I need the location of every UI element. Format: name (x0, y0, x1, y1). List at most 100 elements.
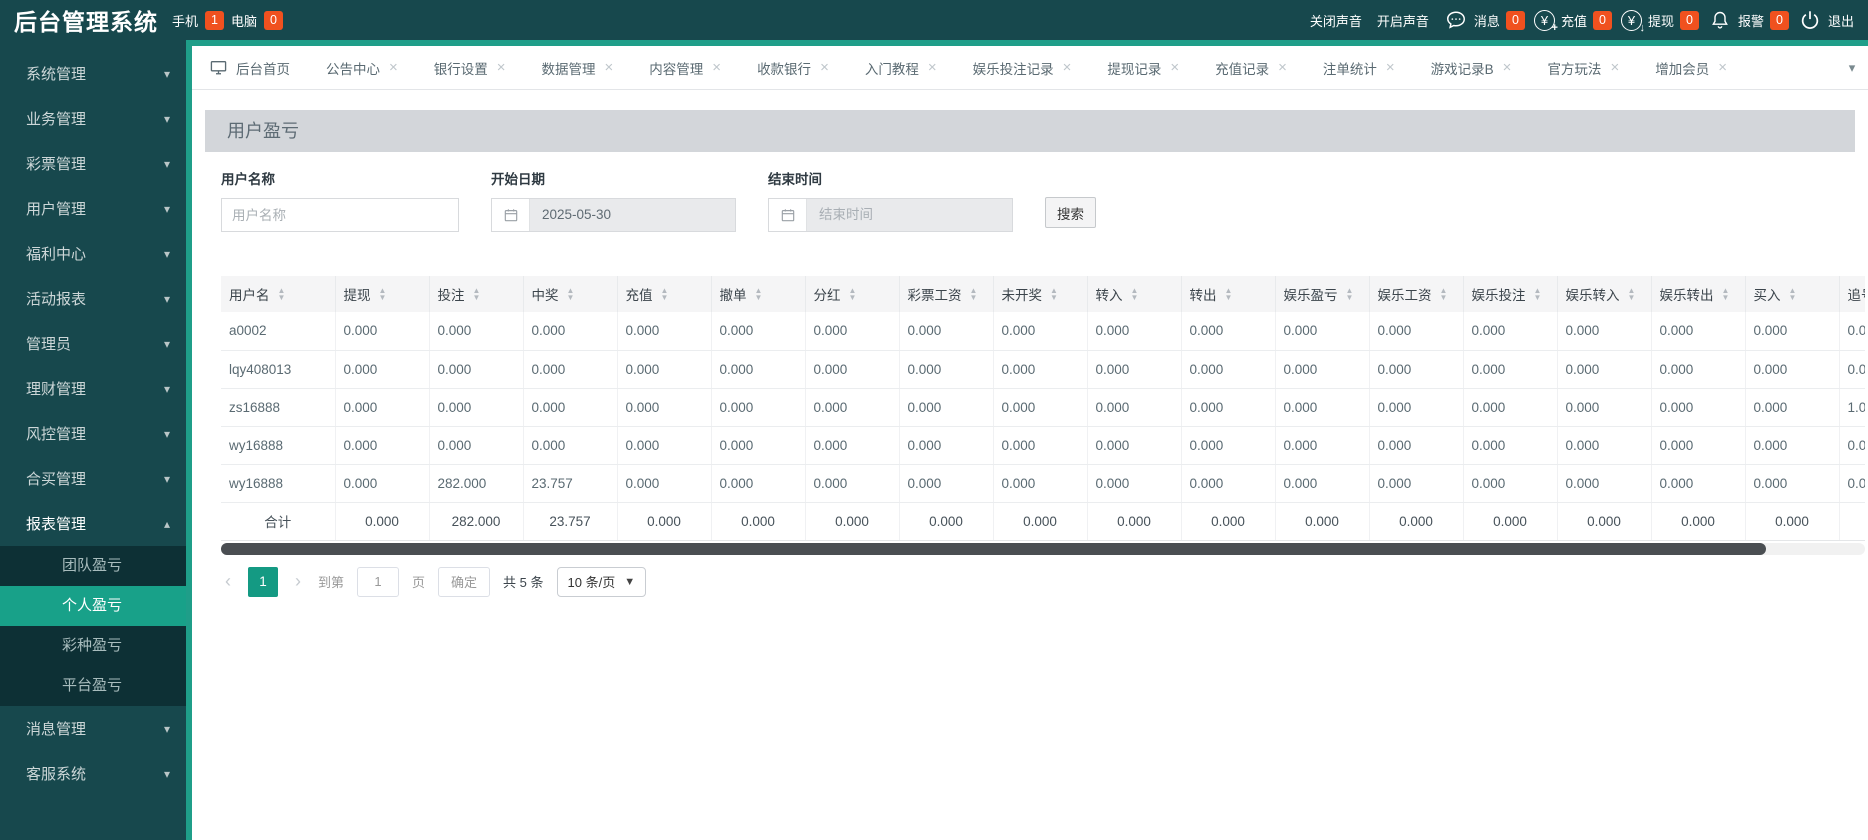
message-bubble-icon[interactable] (1444, 8, 1468, 32)
sidebar-item-welfare[interactable]: 福利中心 ▾ (0, 231, 186, 276)
sort-icon[interactable]: ▲ ▼ (970, 287, 978, 302)
column-header[interactable]: 娱乐工资 ▲ ▼ (1369, 276, 1464, 312)
close-icon[interactable]: × (1386, 60, 1395, 75)
sidebar-subitem-personal-profit[interactable]: 个人盈亏 (0, 586, 186, 626)
sort-icon[interactable]: ▲ ▼ (1050, 287, 1058, 302)
sidebar-item-finance[interactable]: 理财管理 ▾ (0, 366, 186, 411)
sidebar-item-system[interactable]: 系统管理 ▾ (0, 51, 186, 96)
alarm-count-badge[interactable]: 0 (1769, 10, 1789, 30)
column-header[interactable]: 用户名 ▲ ▼ (221, 276, 336, 312)
sidebar-item-lottery[interactable]: 彩票管理 ▾ (0, 141, 186, 186)
username-input[interactable] (221, 198, 459, 232)
sound-on-button[interactable]: 开启声音 (1377, 11, 1429, 30)
close-icon[interactable]: × (389, 60, 398, 75)
column-header[interactable]: 娱乐转入 ▲ ▼ (1557, 276, 1652, 312)
tab-receiving-bank[interactable]: 收款银行 × (757, 58, 829, 78)
close-icon[interactable]: × (1278, 60, 1287, 75)
column-header[interactable]: 中奖 ▲ ▼ (523, 276, 618, 312)
sort-icon[interactable]: ▲ ▼ (379, 287, 387, 302)
sort-icon[interactable]: ▲ ▼ (1440, 287, 1448, 302)
recharge-label[interactable]: 充值 (1561, 11, 1587, 30)
sound-off-button[interactable]: 关闭声音 (1310, 11, 1362, 30)
phone-count-badge[interactable]: 1 (205, 10, 225, 30)
tabs-overflow-chevron-down-icon[interactable]: ▾ (1840, 46, 1864, 89)
column-header[interactable]: 娱乐投注 ▲ ▼ (1463, 276, 1558, 312)
tab-recharge-records[interactable]: 充值记录 × (1215, 58, 1287, 78)
sidebar-item-group-buy[interactable]: 合买管理 ▾ (0, 456, 186, 501)
close-icon[interactable]: × (1718, 60, 1727, 75)
close-icon[interactable]: × (497, 60, 506, 75)
withdraw-yuan-icon[interactable]: ¥ ↓ (1620, 9, 1645, 34)
current-page-button[interactable]: 1 (248, 566, 278, 597)
tab-bank-setting[interactable]: 银行设置 × (434, 58, 506, 78)
goto-confirm-button[interactable]: 确定 (438, 566, 491, 597)
close-icon[interactable]: × (712, 60, 721, 75)
sidebar-item-user[interactable]: 用户管理 ▾ (0, 186, 186, 231)
goto-page-input[interactable] (357, 566, 400, 597)
column-header[interactable]: 娱乐盈亏 ▲ ▼ (1275, 276, 1370, 312)
horizontal-scrollbar-handle[interactable] (221, 542, 1767, 555)
column-header[interactable]: 撤单 ▲ ▼ (711, 276, 806, 312)
close-icon[interactable]: × (820, 60, 829, 75)
column-header[interactable]: 充值 ▲ ▼ (617, 276, 712, 312)
sort-icon[interactable]: ▲ ▼ (1346, 287, 1354, 302)
close-icon[interactable]: × (1170, 60, 1179, 75)
next-page-chevron-icon[interactable]: › (291, 571, 305, 592)
sort-icon[interactable]: ▲ ▼ (567, 287, 575, 302)
tab-content-management[interactable]: 内容管理 × (649, 58, 721, 78)
sort-icon[interactable]: ▲ ▼ (1789, 287, 1797, 302)
tab-withdraw-records[interactable]: 提现记录 × (1107, 58, 1179, 78)
sort-icon[interactable]: ▲ ▼ (473, 287, 481, 302)
sidebar-item-risk[interactable]: 风控管理 ▾ (0, 411, 186, 456)
end-time-value[interactable]: 结束时间 (807, 199, 1012, 231)
column-header[interactable]: 分红 ▲ ▼ (805, 276, 900, 312)
tab-tutorial[interactable]: 入门教程 × (865, 58, 937, 78)
close-icon[interactable]: × (928, 60, 937, 75)
sidebar-item-admin[interactable]: 管理员 ▾ (0, 321, 186, 366)
sidebar-subitem-lottery-type-profit[interactable]: 彩种盈亏 (0, 626, 186, 666)
sort-icon[interactable]: ▲ ▼ (1628, 287, 1636, 302)
withdraw-label[interactable]: 提现 (1648, 11, 1674, 30)
logout-button[interactable]: 退出 (1828, 11, 1854, 30)
calendar-icon[interactable] (769, 199, 807, 231)
column-header[interactable]: 转入 ▲ ▼ (1087, 276, 1182, 312)
tab-game-records-b[interactable]: 游戏记录B × (1431, 58, 1512, 78)
sidebar-item-message[interactable]: 消息管理 ▾ (0, 706, 186, 751)
sort-icon[interactable]: ▲ ▼ (849, 287, 857, 302)
column-header[interactable]: 提现 ▲ ▼ (335, 276, 430, 312)
sort-icon[interactable]: ▲ ▼ (1131, 287, 1139, 302)
sidebar-subitem-team-profit[interactable]: 团队盈亏 (0, 546, 186, 586)
search-button[interactable]: 搜索 (1045, 197, 1096, 228)
withdraw-count-badge[interactable]: 0 (1679, 10, 1699, 30)
horizontal-scrollbar-track[interactable] (221, 542, 1865, 555)
column-header[interactable]: 转出 ▲ ▼ (1181, 276, 1276, 312)
column-header[interactable]: 追号▲▼ (1839, 276, 1865, 312)
tab-bet-statistics[interactable]: 注单统计 × (1323, 58, 1395, 78)
close-icon[interactable]: × (1503, 60, 1512, 75)
close-icon[interactable]: × (1063, 60, 1072, 75)
column-header[interactable]: 彩票工资 ▲ ▼ (899, 276, 994, 312)
column-header[interactable]: 未开奖 ▲ ▼ (993, 276, 1088, 312)
prev-page-chevron-icon[interactable]: ‹ (221, 571, 235, 592)
recharge-count-badge[interactable]: 0 (1592, 10, 1612, 30)
column-header[interactable]: 娱乐转出 ▲ ▼ (1651, 276, 1746, 312)
sidebar-item-customer-service[interactable]: 客服系统 ▾ (0, 751, 186, 796)
sort-icon[interactable]: ▲ ▼ (755, 287, 763, 302)
sidebar-subitem-platform-profit[interactable]: 平台盈亏 (0, 666, 186, 706)
message-count-badge[interactable]: 0 (1505, 10, 1525, 30)
bell-icon[interactable] (1708, 8, 1732, 32)
sidebar-item-activity-report[interactable]: 活动报表 ▾ (0, 276, 186, 321)
sort-icon[interactable]: ▲ ▼ (1722, 287, 1730, 302)
tab-home[interactable]: 后台首页 (210, 58, 290, 78)
start-date-value[interactable]: 2025-05-30 (530, 199, 735, 231)
close-icon[interactable]: × (1610, 60, 1619, 75)
sidebar-item-business[interactable]: 业务管理 ▾ (0, 96, 186, 141)
sidebar-item-report[interactable]: 报表管理 ▴ (0, 501, 186, 546)
pc-count-badge[interactable]: 0 (264, 10, 284, 30)
sort-icon[interactable]: ▲ ▼ (1225, 287, 1233, 302)
power-icon[interactable] (1798, 8, 1822, 32)
column-header[interactable]: 买入 ▲ ▼ (1745, 276, 1840, 312)
sort-icon[interactable]: ▲ ▼ (1534, 287, 1542, 302)
tab-entertainment-bet-records[interactable]: 娱乐投注记录 × (973, 58, 1072, 78)
tab-announcement[interactable]: 公告中心 × (326, 58, 398, 78)
